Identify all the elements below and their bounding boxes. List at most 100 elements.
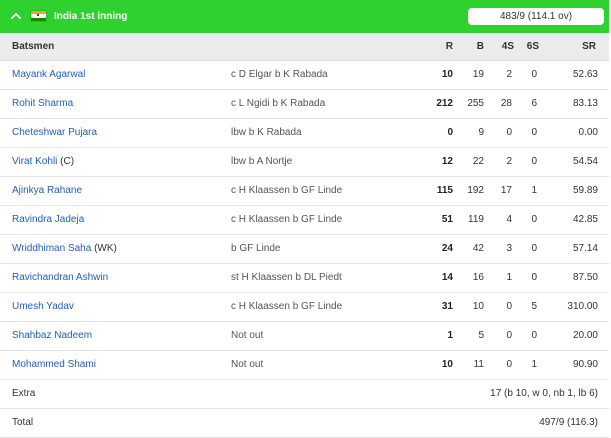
fours-value: 0: [506, 301, 512, 312]
dismissal-text: st H Klaassen b DL Piedt: [231, 272, 342, 283]
strike-rate-value: 310.00: [567, 301, 598, 312]
sixes-value: 1: [531, 185, 537, 196]
sixes-value: 0: [531, 330, 537, 341]
batting-table: Mayank Agarwal c D Elgar b K Rabada 10 1…: [0, 61, 609, 438]
batsman-link[interactable]: Cheteshwar Pujara: [12, 119, 97, 147]
extras-label: Extra: [12, 388, 36, 399]
fours-value: 2: [506, 156, 512, 167]
dismissal-text: c L Ngidi b K Rabada: [231, 98, 326, 109]
dismissal-text: c D Elgar b K Rabada: [231, 69, 328, 80]
dismissal-text: b GF Linde: [231, 243, 281, 254]
strike-rate-value: 20.00: [572, 330, 598, 341]
column-header-sixes: 6S: [526, 41, 539, 52]
column-header-runs: R: [445, 41, 453, 52]
fours-value: 28: [500, 98, 512, 109]
balls-value: 42: [472, 243, 484, 254]
column-header-batsmen: Batsmen: [12, 41, 55, 52]
batsman-link[interactable]: Mohammed Shami: [12, 351, 96, 379]
inning-header[interactable]: India 1st inning 483/9 (114.1 ov): [0, 0, 609, 33]
table-row: Mohammed Shami Not out 10 11 0 1 90.90: [0, 351, 609, 380]
balls-value: 119: [468, 214, 484, 225]
runs-value: 14: [441, 272, 453, 283]
table-row: Ravindra Jadeja c H Klaassen b GF Linde …: [0, 206, 609, 235]
fours-value: 0: [506, 330, 512, 341]
batsman-link[interactable]: Umesh Yadav: [12, 293, 74, 321]
table-row: Rohit Sharma c L Ngidi b K Rabada 212 25…: [0, 90, 609, 119]
sixes-value: 0: [531, 69, 537, 80]
table-row: Virat Kohli (C) lbw b A Nortje 12 22 2 0…: [0, 148, 609, 177]
strike-rate-value: 87.50: [572, 272, 598, 283]
table-row: Mayank Agarwal c D Elgar b K Rabada 10 1…: [0, 61, 609, 90]
dismissal-text: Not out: [231, 330, 264, 341]
strike-rate-value: 0.00: [578, 127, 598, 138]
strike-rate-value: 54.54: [572, 156, 598, 167]
balls-value: 19: [472, 69, 484, 80]
batsman-link[interactable]: Ajinkya Rahane: [12, 177, 82, 205]
sixes-value: 1: [531, 359, 537, 370]
table-row: Ajinkya Rahane c H Klaassen b GF Linde 1…: [0, 177, 609, 206]
batsman-link[interactable]: Virat Kohli (C): [12, 148, 74, 176]
runs-value: 12: [441, 156, 453, 167]
dismissal-text: Not out: [231, 359, 264, 370]
table-row: Wriddhiman Saha (WK) b GF Linde 24 42 3 …: [0, 235, 609, 264]
runs-value: 10: [441, 69, 453, 80]
runs-value: 10: [441, 359, 453, 370]
dismissal-text: lbw b K Rabada: [231, 127, 302, 138]
runs-value: 24: [441, 243, 453, 254]
balls-value: 5: [478, 330, 484, 341]
sixes-value: 5: [531, 301, 537, 312]
fours-value: 0: [506, 127, 512, 138]
score-badge: 483/9 (114.1 ov): [468, 8, 604, 25]
strike-rate-value: 83.13: [572, 98, 598, 109]
runs-value: 51: [441, 214, 453, 225]
dismissal-text: c H Klaassen b GF Linde: [231, 301, 343, 312]
sixes-value: 0: [531, 272, 537, 283]
sixes-value: 0: [531, 214, 537, 225]
fours-value: 4: [506, 214, 512, 225]
batsman-link[interactable]: Mayank Agarwal: [12, 61, 85, 89]
fours-value: 2: [506, 69, 512, 80]
dismissal-text: c H Klaassen b GF Linde: [231, 185, 343, 196]
extras-row: Extra 17 (b 10, w 0, nb 1, lb 6): [0, 380, 609, 409]
batsman-link[interactable]: Ravichandran Ashwin: [12, 264, 108, 292]
runs-value: 1: [447, 330, 453, 341]
batsman-link[interactable]: Rohit Sharma: [12, 90, 73, 118]
strike-rate-value: 90.90: [572, 359, 598, 370]
strike-rate-value: 52.63: [572, 69, 598, 80]
batsman-link[interactable]: Shahbaz Nadeem: [12, 322, 92, 350]
total-row: Total 497/9 (116.3): [0, 409, 609, 438]
table-row: Umesh Yadav c H Klaassen b GF Linde 31 1…: [0, 293, 609, 322]
inning-title: India 1st inning: [54, 11, 128, 22]
fours-value: 0: [506, 359, 512, 370]
column-header-fours: 4S: [501, 41, 514, 52]
balls-value: 9: [478, 127, 484, 138]
table-header: Batsmen R B 4S 6S SR: [0, 34, 609, 61]
sixes-value: 0: [531, 243, 537, 254]
sixes-value: 6: [531, 98, 537, 109]
table-row: Cheteshwar Pujara lbw b K Rabada 0 9 0 0…: [0, 119, 609, 148]
strike-rate-value: 57.14: [572, 243, 598, 254]
column-header-balls: B: [476, 41, 484, 52]
india-flag-icon: [31, 11, 46, 21]
fours-value: 3: [506, 243, 512, 254]
table-row: Shahbaz Nadeem Not out 1 5 0 0 20.00: [0, 322, 609, 351]
balls-value: 192: [467, 185, 484, 196]
runs-value: 115: [436, 185, 453, 196]
extras-value: 17 (b 10, w 0, nb 1, lb 6): [490, 388, 598, 399]
strike-rate-value: 59.89: [572, 185, 598, 196]
total-label: Total: [12, 417, 34, 428]
runs-value: 212: [436, 98, 453, 109]
table-row: Ravichandran Ashwin st H Klaassen b DL P…: [0, 264, 609, 293]
dismissal-text: lbw b A Nortje: [231, 156, 293, 167]
runs-value: 0: [447, 127, 453, 138]
batsman-link[interactable]: Ravindra Jadeja: [12, 206, 84, 234]
batsman-link[interactable]: Wriddhiman Saha (WK): [12, 235, 117, 263]
balls-value: 16: [472, 272, 484, 283]
balls-value: 11: [473, 359, 484, 370]
balls-value: 255: [467, 98, 484, 109]
total-value: 497/9 (116.3): [539, 417, 598, 428]
balls-value: 10: [472, 301, 484, 312]
chevron-up-icon[interactable]: [11, 11, 21, 21]
column-header-strike-rate: SR: [582, 41, 596, 52]
fours-value: 17: [500, 185, 512, 196]
